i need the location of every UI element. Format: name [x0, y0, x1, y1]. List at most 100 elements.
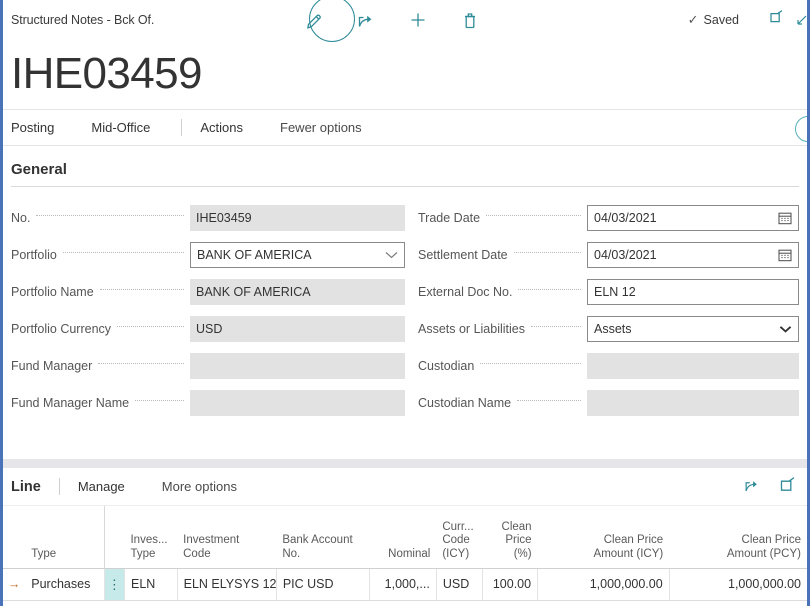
general-section: General No. IHE03459 Portfolio BANK OF A…	[3, 146, 807, 421]
ribbon-item-fewer-options[interactable]: Fewer options	[280, 120, 375, 135]
field-fund-manager-value	[190, 352, 405, 379]
field-custodian-label: Custodian	[418, 358, 475, 373]
cell-clean-price-amount-icy[interactable]: 1,000,000.00	[537, 567, 670, 601]
field-fund-manager-name-label: Fund Manager Name	[11, 395, 130, 410]
leader-dots	[480, 363, 581, 364]
field-portfolio-name-label: Portfolio Name	[11, 284, 94, 299]
field-assets-or-liabilities-select[interactable]: Assets	[587, 315, 799, 342]
top-action-icons	[303, 0, 481, 39]
row-menu-icon[interactable]: ⋮	[104, 567, 125, 601]
leader-dots	[517, 400, 581, 401]
leader-dots	[486, 215, 581, 216]
field-trade-date: Trade Date 04/03/2021	[418, 199, 799, 236]
open-in-new-window-icon[interactable]	[769, 9, 785, 30]
field-settlement-date-label: Settlement Date	[418, 247, 508, 262]
plus-icon[interactable]	[407, 9, 429, 31]
chevron-down-icon	[385, 251, 398, 259]
open-in-new-window-icon[interactable]	[779, 476, 797, 499]
ribbon-item-posting[interactable]: Posting	[11, 120, 67, 135]
general-left-column: No. IHE03459 Portfolio BANK OF AMERICA P…	[11, 199, 405, 421]
share-icon[interactable]	[355, 9, 377, 31]
line-section-title: Line	[11, 478, 41, 495]
row-selector-arrow-icon: →	[3, 567, 26, 601]
trash-icon[interactable]	[459, 9, 481, 31]
chevron-down-icon	[779, 325, 792, 333]
col-header-blank-arrow	[3, 506, 26, 569]
field-custodian-value	[587, 352, 799, 379]
top-command-bar: Structured Notes - Bck Of. ✓ Saved	[3, 0, 807, 42]
field-custodian-name: Custodian Name	[418, 384, 799, 421]
grid-header-row: Type Inves... Type Investment Code Bank …	[3, 506, 807, 569]
leader-dots	[98, 363, 184, 364]
cell-investment-code[interactable]: ELN ELYSYS 12	[177, 567, 277, 601]
col-header-clean-price-amount-pcy[interactable]: Clean Price Amount (PCY)	[669, 506, 807, 569]
leader-dots	[518, 289, 581, 290]
edit-pencil-icon[interactable]	[303, 9, 325, 31]
col-header-currency-code-icy[interactable]: Curr... Code (ICY)	[436, 506, 483, 569]
field-external-doc-no-label: External Doc No.	[418, 284, 513, 299]
leader-dots	[36, 215, 184, 216]
col-header-clean-price-amount-icy[interactable]: Clean Price Amount (ICY)	[537, 506, 670, 569]
leader-dots	[513, 252, 581, 253]
leader-dots	[99, 289, 184, 290]
lines-grid: Type Inves... Type Investment Code Bank …	[3, 506, 807, 601]
col-header-blank-menu	[103, 506, 125, 569]
minimize-icon[interactable]	[796, 13, 807, 31]
cell-nominal[interactable]: 1,000,...	[369, 567, 437, 601]
breadcrumb[interactable]: Structured Notes - Bck Of.	[3, 13, 154, 27]
field-portfolio-name-value: BANK OF AMERICA	[190, 278, 405, 305]
col-header-type[interactable]: Type	[25, 506, 105, 569]
business-central-page: Structured Notes - Bck Of. ✓ Saved IHE03…	[0, 0, 810, 606]
field-assets-or-liabilities-value: Assets	[594, 321, 632, 336]
page-title-container: IHE03459	[3, 39, 807, 109]
field-assets-or-liabilities-label: Assets or Liabilities	[418, 321, 525, 336]
cell-clean-price-amount-pcy[interactable]: 1,000,000.00	[669, 567, 807, 601]
field-fund-manager-name-value	[190, 389, 405, 416]
general-fields: No. IHE03459 Portfolio BANK OF AMERICA P…	[11, 187, 799, 421]
field-assets-or-liabilities: Assets or Liabilities Assets	[418, 310, 799, 347]
col-header-nominal[interactable]: Nominal	[369, 506, 437, 569]
field-portfolio-value: BANK OF AMERICA	[197, 247, 312, 262]
cell-type[interactable]: Purchases	[25, 567, 105, 601]
line-ribbon-divider	[58, 478, 60, 495]
cell-investment-type[interactable]: ELN	[124, 567, 178, 601]
table-row[interactable]: → Purchases ⋮ ELN ELN ELYSYS 12 PIC USD …	[3, 567, 807, 601]
leader-dots	[62, 252, 184, 253]
leader-dots	[135, 400, 184, 401]
page-title: IHE03459	[11, 49, 203, 98]
field-trade-date-input[interactable]: 04/03/2021	[587, 204, 799, 231]
ribbon-item-mid-office[interactable]: Mid-Office	[91, 120, 163, 135]
search-icon[interactable]	[795, 116, 807, 142]
line-ribbon-more-options[interactable]: More options	[162, 479, 250, 494]
line-ribbon: Line Manage More options	[3, 468, 807, 506]
field-portfolio-currency-label: Portfolio Currency	[11, 321, 112, 336]
calendar-icon[interactable]	[778, 248, 792, 262]
field-custodian-name-label: Custodian Name	[418, 395, 512, 410]
col-header-investment-type[interactable]: Inves... Type	[124, 506, 178, 569]
field-no-value: IHE03459	[190, 204, 405, 231]
col-header-clean-price-pct[interactable]: Clean Price (%)	[482, 506, 538, 569]
field-no-label: No.	[11, 210, 31, 225]
field-fund-manager: Fund Manager	[11, 347, 405, 384]
field-trade-date-value: 04/03/2021	[594, 210, 657, 225]
calendar-icon[interactable]	[778, 211, 792, 225]
col-header-investment-code[interactable]: Investment Code	[177, 506, 277, 569]
field-portfolio-select[interactable]: BANK OF AMERICA	[190, 241, 405, 268]
check-icon: ✓	[687, 11, 699, 27]
cell-currency-code-icy[interactable]: USD	[436, 567, 484, 601]
field-portfolio-currency-value: USD	[190, 315, 405, 342]
field-portfolio-name: Portfolio Name BANK OF AMERICA	[11, 273, 405, 310]
cell-bank-account-no[interactable]: PIC USD	[276, 567, 371, 601]
leader-dots	[531, 326, 581, 327]
field-no: No. IHE03459	[11, 199, 405, 236]
col-header-bank-account-no[interactable]: Bank Account No.	[276, 506, 370, 569]
field-settlement-date: Settlement Date 04/03/2021	[418, 236, 799, 273]
field-trade-date-label: Trade Date	[418, 210, 481, 225]
share-icon[interactable]	[743, 476, 761, 499]
ribbon-item-actions[interactable]: Actions	[200, 120, 256, 135]
field-settlement-date-input[interactable]: 04/03/2021	[587, 241, 799, 268]
field-fund-manager-label: Fund Manager	[11, 358, 93, 373]
line-ribbon-manage[interactable]: Manage	[78, 479, 138, 494]
cell-clean-price-pct[interactable]: 100.00	[482, 567, 539, 601]
field-external-doc-no-value[interactable]: ELN 12	[587, 278, 799, 305]
